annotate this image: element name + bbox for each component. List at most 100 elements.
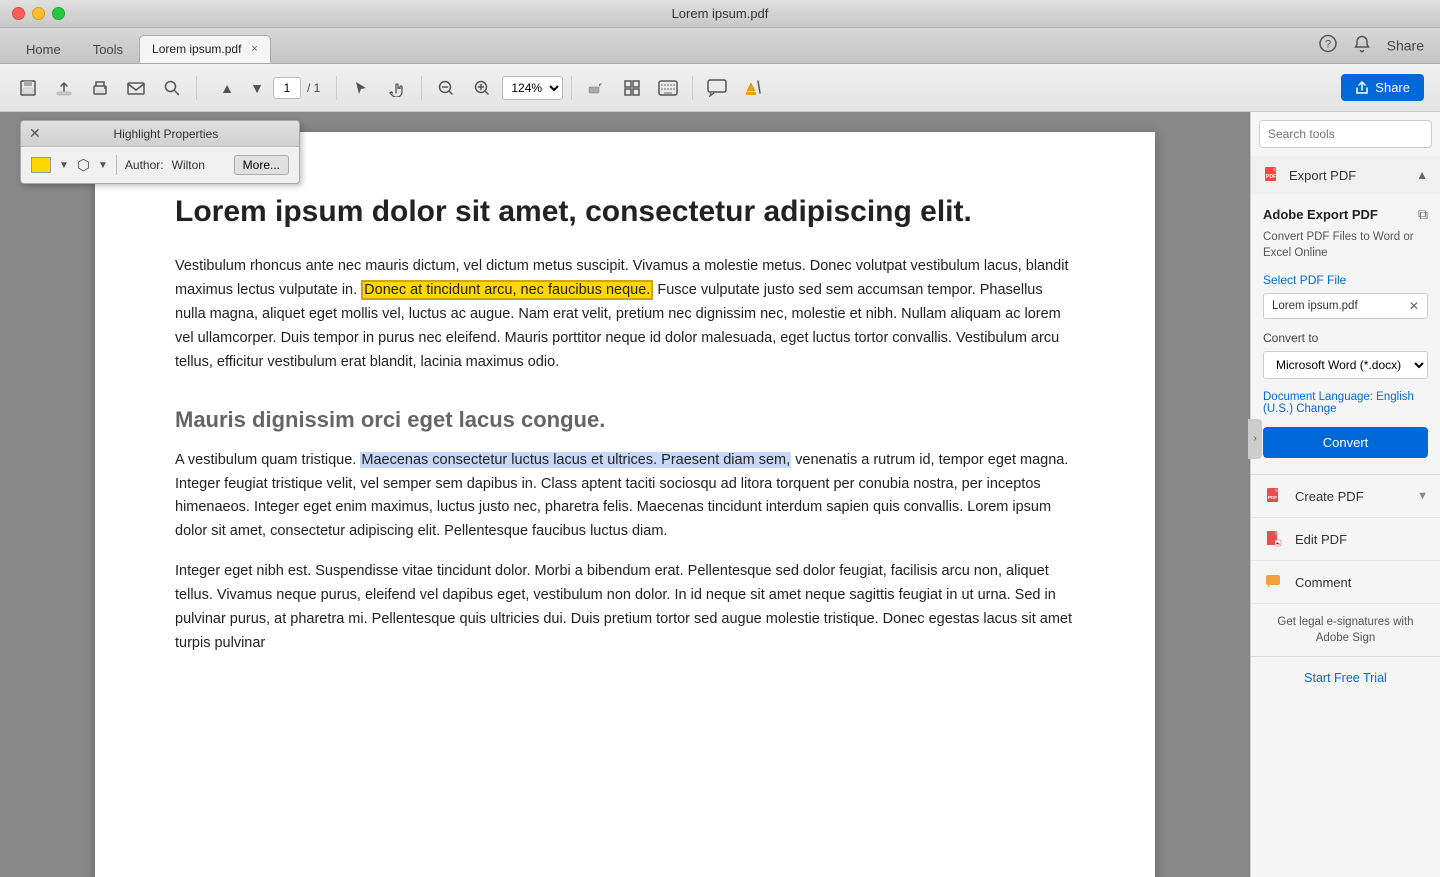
page-navigation: ▲ ▼ 1 / 1: [213, 74, 320, 102]
hand-tool-button[interactable]: [381, 72, 413, 104]
notifications-button[interactable]: [1353, 34, 1371, 57]
save-button[interactable]: [12, 72, 44, 104]
copy-icon[interactable]: ⧉: [1418, 206, 1428, 223]
chevron-down-icon[interactable]: ▼: [59, 160, 69, 171]
tab-tools[interactable]: Tools: [77, 35, 139, 63]
main-toolbar: ▲ ▼ 1 / 1 124% 100% 75% 150%: [0, 64, 1440, 112]
change-link[interactable]: Change: [1296, 403, 1336, 415]
email-button[interactable]: [120, 72, 152, 104]
doc-lang-label: Document Language:: [1263, 391, 1373, 403]
sign-in-button[interactable]: Share: [1387, 38, 1424, 54]
next-page-button[interactable]: ▼: [243, 74, 271, 102]
comment-toolbar-button[interactable]: [701, 72, 733, 104]
edit-pdf-icon: [1263, 528, 1285, 550]
highlight-panel-close[interactable]: ✕: [29, 125, 41, 142]
select-tool-button[interactable]: [345, 72, 377, 104]
start-free-trial-link[interactable]: Start Free Trial: [1304, 671, 1387, 685]
convert-to-label: Convert to: [1263, 331, 1428, 345]
comment-label: Comment: [1295, 575, 1351, 590]
pdf-heading2: Mauris dignissim orci eget lacus congue.: [175, 407, 1075, 433]
fit-page-button[interactable]: [616, 72, 648, 104]
search-button[interactable]: [156, 72, 188, 104]
pdf-highlight-yellow: Donec at tincidunt arcu, nec faucibus ne…: [361, 280, 653, 300]
marker-tool-button[interactable]: [580, 72, 612, 104]
pdf-para1: Vestibulum rhoncus ante nec mauris dictu…: [175, 255, 1075, 375]
share-button[interactable]: Share: [1341, 74, 1424, 101]
page-total: / 1: [307, 81, 320, 95]
comment-item[interactable]: Comment: [1251, 561, 1440, 604]
convert-button[interactable]: Convert: [1263, 427, 1428, 458]
tab-active-document[interactable]: Lorem ipsum.pdf ×: [139, 35, 271, 63]
color-swatch[interactable]: [31, 157, 51, 173]
zoom-out-button[interactable]: [430, 72, 462, 104]
tabbar: Home Tools Lorem ipsum.pdf × ? Share: [0, 28, 1440, 64]
tabbar-actions: ? Share: [1319, 34, 1424, 57]
minimize-window-button[interactable]: [32, 7, 45, 20]
pdf-highlight-blue: Maecenas consectetur luctus lacus et ult…: [360, 452, 791, 468]
export-pdf-header[interactable]: PDF Export PDF ▲: [1251, 156, 1440, 194]
tab-active-label: Lorem ipsum.pdf: [152, 42, 241, 56]
start-free-trial-section: Start Free Trial: [1251, 657, 1440, 699]
close-window-button[interactable]: [12, 7, 25, 20]
share-label: Share: [1375, 80, 1410, 95]
adobe-export-header: Adobe Export PDF ⧉: [1263, 206, 1428, 223]
highlight-properties-panel: ✕ Highlight Properties ▼ ⬡ ▼ Author: Wil…: [20, 120, 300, 184]
pdf-para2: A vestibulum quam tristique. Maecenas co…: [175, 449, 1075, 545]
keyboard-button[interactable]: [652, 72, 684, 104]
comment-icon: [1263, 571, 1285, 593]
esign-promo: Get legal e-signatures with Adobe Sign: [1251, 604, 1440, 657]
print-button[interactable]: [84, 72, 116, 104]
file-input-row: Lorem ipsum.pdf ✕: [1263, 293, 1428, 319]
more-button[interactable]: More...: [234, 155, 289, 175]
right-panel-collapse-arrow[interactable]: ›: [1248, 419, 1250, 459]
create-pdf-item[interactable]: PDF Create PDF ▼: [1251, 475, 1440, 518]
svg-text:PDF: PDF: [1266, 174, 1276, 180]
prev-page-button[interactable]: ▲: [213, 74, 241, 102]
doc-lang: Document Language: English (U.S.) Change: [1263, 391, 1428, 415]
export-pdf-title: PDF Export PDF: [1263, 166, 1356, 184]
create-pdf-label: Create PDF: [1295, 489, 1364, 504]
export-pdf-icon: PDF: [1263, 166, 1281, 184]
highlight-toolbar-button[interactable]: [737, 72, 769, 104]
highlight-panel-body: ▼ ⬡ ▼ Author: Wilton More...: [21, 147, 299, 183]
window-title: Lorem ipsum.pdf: [672, 6, 769, 21]
page-number-input[interactable]: 1: [273, 77, 301, 99]
opacity-icon[interactable]: ⬡: [77, 156, 90, 174]
chevron-down-icon2[interactable]: ▼: [98, 160, 108, 171]
search-tools-input[interactable]: [1259, 120, 1432, 148]
file-name: Lorem ipsum.pdf: [1264, 295, 1401, 317]
zoom-select[interactable]: 124% 100% 75% 150%: [502, 76, 563, 100]
select-pdf-label: Select PDF File: [1263, 273, 1428, 287]
tab-list: Home Tools Lorem ipsum.pdf ×: [10, 35, 271, 63]
export-pdf-collapse-icon[interactable]: ▲: [1416, 168, 1428, 182]
maximize-window-button[interactable]: [52, 7, 65, 20]
edit-pdf-item[interactable]: Edit PDF: [1251, 518, 1440, 561]
upload-button[interactable]: [48, 72, 80, 104]
convert-to-select[interactable]: Microsoft Word (*.docx) Microsoft Excel …: [1263, 351, 1428, 379]
export-pdf-label: Export PDF: [1289, 168, 1356, 183]
adobe-export-title: Adobe Export PDF: [1263, 207, 1378, 222]
right-panel: PDF Export PDF ▲ Adobe Export PDF ⧉ Conv…: [1250, 112, 1440, 877]
pdf-para3: Integer eget nibh est. Suspendisse vitae…: [175, 560, 1075, 656]
svg-text:?: ?: [1325, 38, 1331, 50]
help-button[interactable]: ?: [1319, 34, 1337, 57]
pdf-area[interactable]: ✕ Highlight Properties ▼ ⬡ ▼ Author: Wil…: [0, 112, 1250, 877]
file-clear-button[interactable]: ✕: [1401, 294, 1427, 318]
pdf-page: Lorem ipsum dolor sit amet, consectetur …: [95, 132, 1155, 877]
titlebar: Lorem ipsum.pdf: [0, 0, 1440, 28]
author-name: Wilton: [172, 158, 205, 172]
tab-home[interactable]: Home: [10, 35, 77, 63]
tab-close-button[interactable]: ×: [251, 43, 257, 55]
adobe-export-desc: Convert PDF Files to Word or Excel Onlin…: [1263, 229, 1428, 261]
highlight-panel-title: Highlight Properties: [114, 127, 219, 141]
export-pdf-content: Adobe Export PDF ⧉ Convert PDF Files to …: [1251, 194, 1440, 474]
zoom-in-button[interactable]: [466, 72, 498, 104]
edit-pdf-label: Edit PDF: [1295, 532, 1347, 547]
traffic-lights: [12, 7, 65, 20]
svg-text:PDF: PDF: [1268, 495, 1277, 500]
esign-desc: Get legal e-signatures with Adobe Sign: [1263, 614, 1428, 646]
pdf-heading1: Lorem ipsum dolor sit amet, consectetur …: [175, 192, 1075, 231]
create-pdf-expand[interactable]: ▼: [1417, 490, 1428, 502]
create-pdf-icon: PDF: [1263, 485, 1285, 507]
highlight-panel-header: ✕ Highlight Properties: [21, 121, 299, 147]
